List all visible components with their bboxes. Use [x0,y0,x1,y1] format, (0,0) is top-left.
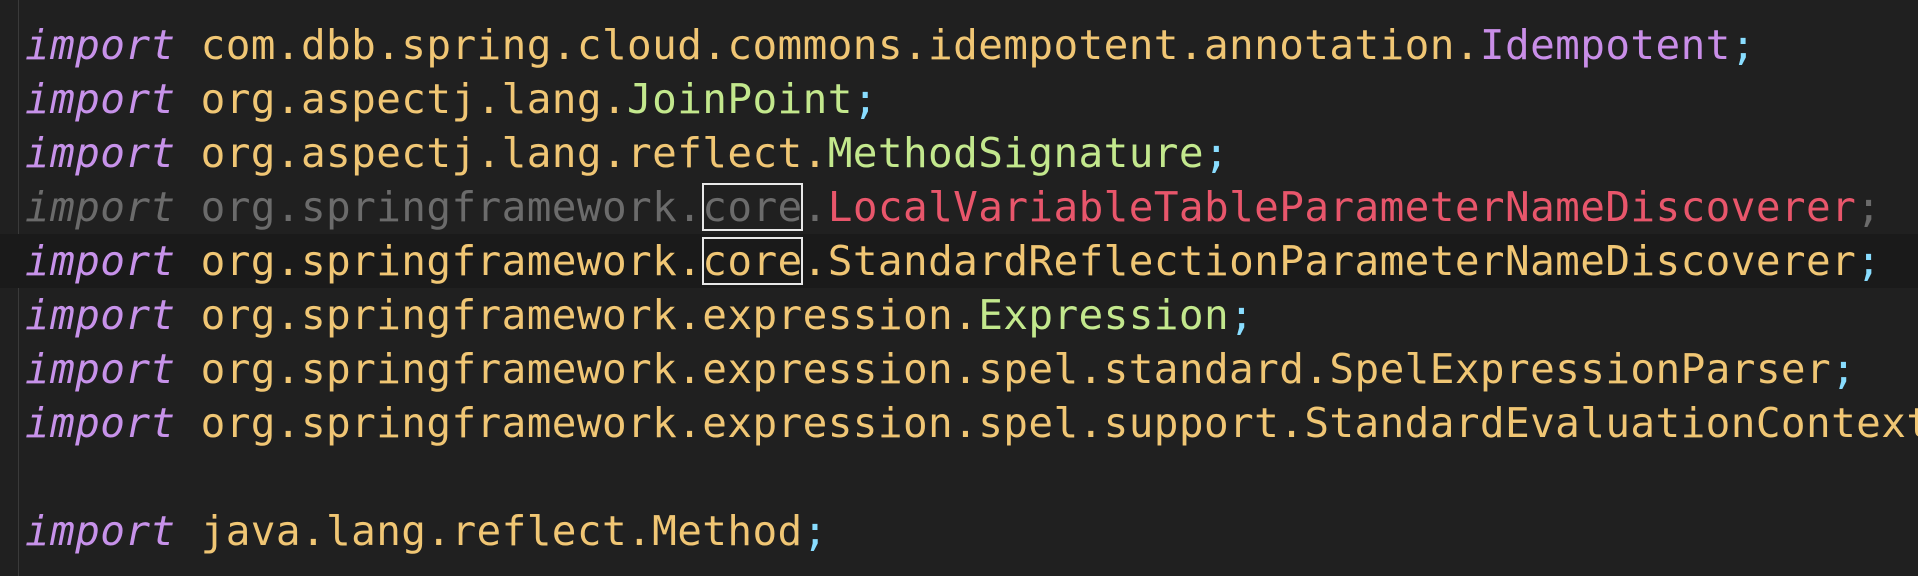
class-name[interactable]: JoinPoint [627,75,853,123]
code-line-6[interactable]: import org.springframework.expression.Ex… [0,288,1918,342]
code-editor[interactable]: import com.dbb.spring.cloud.commons.idem… [0,0,1918,576]
keyword: import [25,75,176,123]
semicolon: ; [1203,129,1230,177]
class-name[interactable]: Expression [978,291,1229,339]
keyword: import [25,129,176,177]
code-line-4-unused-import[interactable]: import org.springframework.core.LocalVar… [0,180,1918,234]
code-line-2[interactable]: import org.aspectj.lang.JoinPoint; [0,72,1918,126]
code-line-10[interactable]: import java.lang.reflect.Method; [0,504,1918,558]
class-name[interactable]: Method [652,507,803,555]
code-line-7[interactable]: import org.springframework.expression.sp… [0,342,1918,396]
class-name[interactable]: StandardEvaluationContext [1304,399,1918,447]
keyword: import [25,291,176,339]
semicolon: ; [802,507,828,555]
semicolon: ; [1856,237,1882,285]
package-path: org.springframework. [200,237,703,285]
keyword: import [25,183,176,231]
package-path: java.lang.reflect. [200,507,653,555]
class-name[interactable]: Idempotent [1480,21,1731,69]
code-line-5-current[interactable]: import org.springframework.core.Standard… [0,234,1918,288]
semicolon: ; [852,75,878,123]
deprecated-class-name[interactable]: LocalVariableTableParameterNameDiscovere… [828,183,1856,231]
semicolon: ; [1229,291,1255,339]
package-dot: . [802,183,828,231]
keyword: import [25,21,176,69]
package-path: com.dbb.spring.cloud.commons.idempotent.… [200,21,1480,69]
class-name[interactable]: MethodSignature [828,129,1204,177]
code-line-3[interactable]: import org.aspectj.lang.reflect.MethodSi… [0,126,1918,180]
code-line-8[interactable]: import org.springframework.expression.sp… [0,396,1918,450]
keyword: import [25,507,176,555]
keyword: import [25,345,176,393]
semicolon: ; [1831,345,1857,393]
package-path: org.springframework.expression.spel.supp… [200,399,1305,447]
highlighted-occurrence: core [702,237,803,285]
package-path: org.aspectj.lang. [200,75,628,123]
package-path: org.springframework. [200,183,703,231]
class-name[interactable]: SpelExpressionParser [1329,345,1831,393]
package-path: org.springframework.expression.spel.stan… [200,345,1330,393]
package-path: org.springframework.expression. [200,291,979,339]
highlighted-occurrence: core [702,183,803,231]
code-line-1[interactable]: import com.dbb.spring.cloud.commons.idem… [0,18,1918,72]
semicolon: ; [1730,21,1756,69]
package-path: org.aspectj.lang.reflect. [200,129,828,177]
keyword: import [25,399,176,447]
class-name[interactable]: StandardReflectionParameterNameDiscovere… [828,237,1856,285]
keyword: import [25,237,176,285]
semicolon: ; [1856,183,1882,231]
package-dot: . [802,237,828,285]
